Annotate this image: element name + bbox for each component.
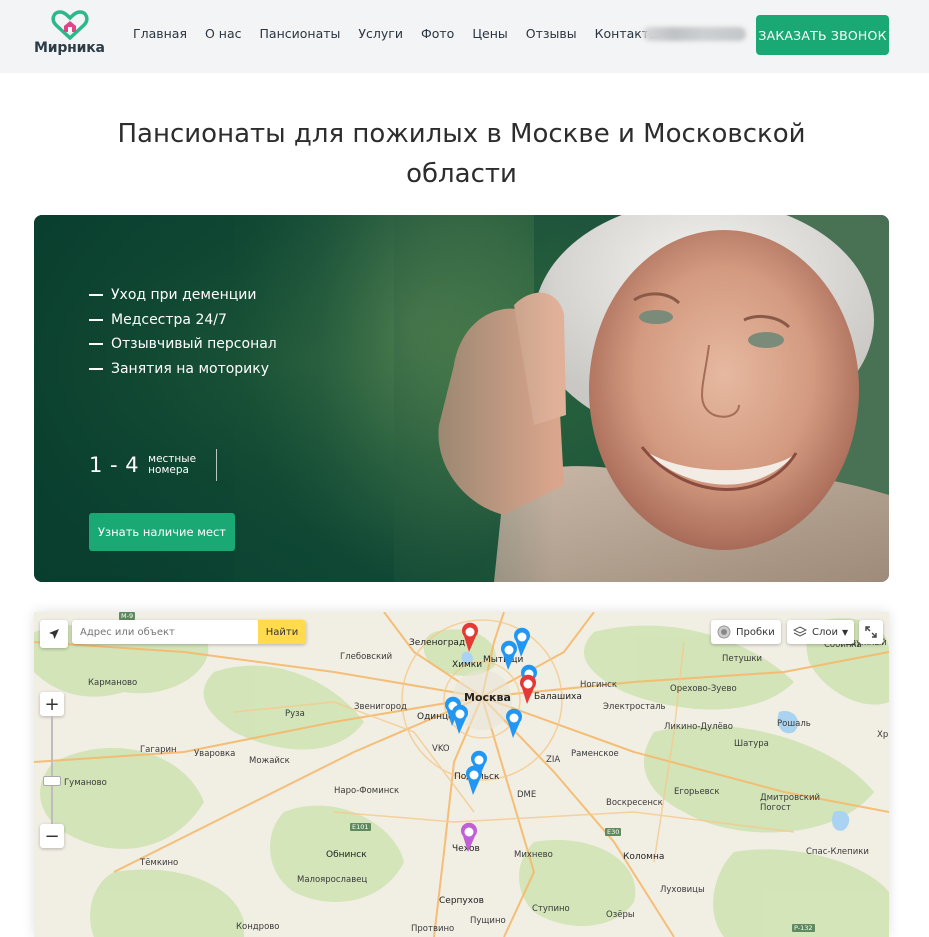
page-title: Пансионаты для пожилых в Москве и Москов… (117, 119, 806, 189)
dash-icon (89, 294, 103, 297)
rooms-number: 1 - 4 (89, 453, 140, 477)
feature-label: Занятия на моторику (111, 360, 270, 377)
map-pins (445, 622, 537, 852)
feature-label: Медсестра 24/7 (111, 311, 227, 328)
check-availability-button[interactable]: Узнать наличие мест (89, 513, 235, 551)
rooms-divider (216, 449, 217, 481)
nav-item-reviews[interactable]: Отзывы (526, 26, 577, 41)
map-pin[interactable] (520, 674, 536, 704)
map-pin[interactable] (466, 765, 482, 795)
traffic-button[interactable]: Пробки (711, 620, 781, 644)
feature-item: Отзывчивый персонал (89, 332, 277, 357)
nav-item-about[interactable]: О нас (205, 26, 242, 41)
map-pin[interactable] (462, 622, 478, 652)
layers-icon (793, 626, 807, 637)
map-search-input[interactable] (72, 620, 258, 644)
feature-item: Медсестра 24/7 (89, 308, 277, 333)
fullscreen-button[interactable] (859, 620, 883, 644)
chevron-down-icon: ▼ (842, 627, 849, 637)
rooms-info: 1 - 4 местные номера (89, 449, 217, 481)
dash-icon (89, 367, 103, 370)
hero-banner: Уход при деменции Медсестра 24/7 Отзывчи… (34, 215, 889, 582)
zoom-in-button[interactable]: + (40, 692, 64, 716)
geolocation-button[interactable] (40, 620, 68, 648)
zoom-slider-track[interactable] (51, 716, 53, 824)
nav-item-home[interactable]: Главная (133, 26, 187, 41)
layers-label: Слои (812, 626, 838, 638)
expand-icon (865, 626, 877, 638)
nav-item-pensions[interactable]: Пансионаты (260, 26, 341, 41)
features-list: Уход при деменции Медсестра 24/7 Отзывчи… (89, 283, 277, 381)
map-pin[interactable] (506, 708, 522, 738)
map-pin[interactable] (461, 822, 477, 852)
logo[interactable]: Мирника (34, 10, 105, 62)
feature-label: Уход при деменции (111, 287, 257, 303)
map-search-button[interactable]: Найти (258, 620, 306, 644)
layers-button[interactable]: Слои ▼ (787, 620, 854, 644)
site-header: Мирника Главная О нас Пансионаты Услуги … (0, 0, 929, 73)
nav-item-services[interactable]: Услуги (358, 26, 403, 41)
logo-text: Мирника (34, 40, 105, 56)
phone-number-blurred[interactable] (643, 27, 746, 41)
feature-item: Занятия на моторику (89, 357, 277, 382)
nav-item-prices[interactable]: Цены (472, 26, 507, 41)
rooms-label-line2: номера (148, 464, 189, 476)
dash-icon (89, 318, 103, 321)
map-search: Найти (72, 620, 306, 644)
zoom-slider-handle[interactable] (43, 776, 61, 786)
traffic-label: Пробки (736, 626, 775, 638)
yandex-map[interactable]: Москва Зеленоград Химки Мытищи Балашиха … (34, 612, 889, 937)
dash-icon (89, 343, 103, 346)
nav-item-photo[interactable]: Фото (421, 26, 454, 41)
feature-item: Уход при деменции (89, 283, 277, 308)
order-call-button[interactable]: ЗАКАЗАТЬ ЗВОНОК (756, 15, 889, 55)
rooms-label: местные номера (148, 454, 196, 476)
location-arrow-icon (49, 629, 59, 639)
main-nav: Главная О нас Пансионаты Услуги Фото Цен… (133, 26, 677, 41)
zoom-out-button[interactable]: − (40, 824, 64, 848)
feature-label: Отзывчивый персонал (111, 336, 277, 352)
map-pin[interactable] (514, 627, 530, 657)
traffic-light-icon (717, 625, 731, 639)
heart-house-icon (51, 10, 89, 40)
map-pin[interactable] (501, 640, 517, 670)
